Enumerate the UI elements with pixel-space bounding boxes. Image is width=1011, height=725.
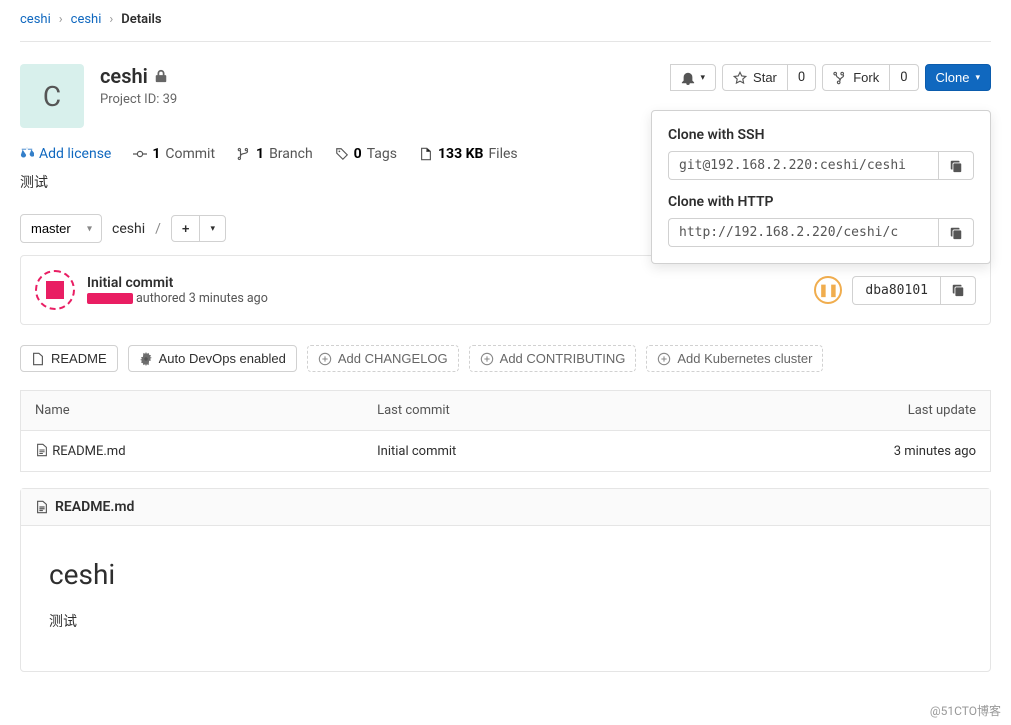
- file-icon: [35, 443, 49, 457]
- plus-circle-icon: [318, 352, 332, 366]
- add-file-button[interactable]: +: [171, 215, 201, 242]
- clone-ssh-title: Clone with SSH: [668, 127, 974, 143]
- file-last-commit[interactable]: Initial commit: [363, 431, 671, 472]
- chevron-down-icon: ▾: [210, 223, 215, 234]
- copy-http-button[interactable]: [938, 218, 974, 247]
- crumb-current: Details: [121, 12, 161, 27]
- star-count: 0: [787, 64, 816, 91]
- add-k8s-button[interactable]: Add Kubernetes cluster: [646, 345, 823, 372]
- fork-icon: [833, 71, 847, 85]
- clone-button[interactable]: Clone ▾: [925, 64, 992, 91]
- chevron-right-icon: ›: [59, 12, 63, 27]
- breadcrumb: ceshi › ceshi › Details: [20, 0, 991, 42]
- copy-ssh-button[interactable]: [938, 151, 974, 180]
- commits-stat[interactable]: 1Commit: [133, 146, 215, 162]
- chevron-right-icon: ›: [109, 12, 113, 27]
- copy-icon: [949, 226, 963, 240]
- crumb-group[interactable]: ceshi: [20, 12, 51, 27]
- commit-icon: [133, 147, 147, 161]
- copy-sha-button[interactable]: [940, 276, 976, 305]
- readme-heading: ceshi: [49, 558, 962, 591]
- add-file-dropdown[interactable]: ▾: [199, 215, 226, 242]
- project-title: ceshi: [100, 64, 177, 88]
- add-contributing-button[interactable]: Add CONTRIBUTING: [469, 345, 637, 372]
- clone-ssh-input[interactable]: [668, 151, 938, 180]
- copy-icon: [949, 159, 963, 173]
- document-icon: [35, 500, 49, 514]
- path-segment[interactable]: ceshi: [112, 221, 145, 237]
- pipeline-status-icon[interactable]: ❚❚: [814, 276, 842, 304]
- gear-icon: [139, 352, 153, 366]
- readme-button[interactable]: README: [20, 345, 118, 372]
- star-button[interactable]: Star: [722, 64, 788, 91]
- readme-filename: README.md: [55, 499, 134, 515]
- autodevops-button[interactable]: Auto DevOps enabled: [128, 345, 297, 372]
- copy-icon: [951, 283, 965, 297]
- add-changelog-button[interactable]: Add CHANGELOG: [307, 345, 459, 372]
- file-name[interactable]: README.md: [52, 444, 125, 459]
- latest-commit: Initial commit authored 3 minutes ago ❚❚…: [20, 255, 991, 325]
- readme-panel: README.md ceshi 测试: [20, 488, 991, 672]
- plus-circle-icon: [480, 352, 494, 366]
- col-last-update: Last update: [672, 391, 991, 431]
- path-separator: /: [155, 221, 161, 237]
- file-last-update: 3 minutes ago: [672, 431, 991, 472]
- scale-icon: [20, 147, 34, 161]
- clone-popover: Clone with SSH Clone with HTTP: [651, 110, 991, 264]
- add-license-link[interactable]: Add license: [20, 146, 111, 162]
- project-id: Project ID: 39: [100, 92, 177, 107]
- commit-sha[interactable]: dba80101: [852, 276, 941, 305]
- document-icon: [31, 352, 45, 366]
- plus-circle-icon: [657, 352, 671, 366]
- files-size-stat[interactable]: 133 KBFiles: [419, 146, 518, 162]
- author-identicon: [35, 270, 75, 310]
- branch-icon: [237, 147, 251, 161]
- branch-select[interactable]: master: [20, 214, 102, 243]
- branches-stat[interactable]: 1Branch: [237, 146, 313, 162]
- commit-author-time: authored 3 minutes ago: [87, 291, 268, 306]
- lock-icon: [154, 69, 168, 83]
- commit-message[interactable]: Initial commit: [87, 275, 268, 291]
- tags-stat[interactable]: 0Tags: [335, 146, 397, 162]
- clone-http-title: Clone with HTTP: [668, 194, 974, 210]
- tag-icon: [335, 147, 349, 161]
- chevron-down-icon: ▾: [701, 72, 706, 83]
- readme-text: 测试: [49, 611, 962, 631]
- chevron-down-icon: ▾: [975, 72, 980, 83]
- star-icon: [733, 71, 747, 85]
- crumb-project[interactable]: ceshi: [71, 12, 102, 27]
- fork-count: 0: [889, 64, 918, 91]
- watermark: @51CTO博客: [930, 702, 1001, 719]
- col-name: Name: [21, 391, 364, 431]
- files-table: Name Last commit Last update README.md I…: [20, 390, 991, 472]
- table-row[interactable]: README.md Initial commit 3 minutes ago: [21, 431, 991, 472]
- clone-http-input[interactable]: [668, 218, 938, 247]
- col-last-commit: Last commit: [363, 391, 671, 431]
- project-avatar: C: [20, 64, 84, 128]
- bell-icon: [681, 71, 695, 85]
- notifications-button[interactable]: ▾: [670, 64, 717, 91]
- fork-button[interactable]: Fork: [822, 64, 890, 91]
- file-icon: [419, 147, 433, 161]
